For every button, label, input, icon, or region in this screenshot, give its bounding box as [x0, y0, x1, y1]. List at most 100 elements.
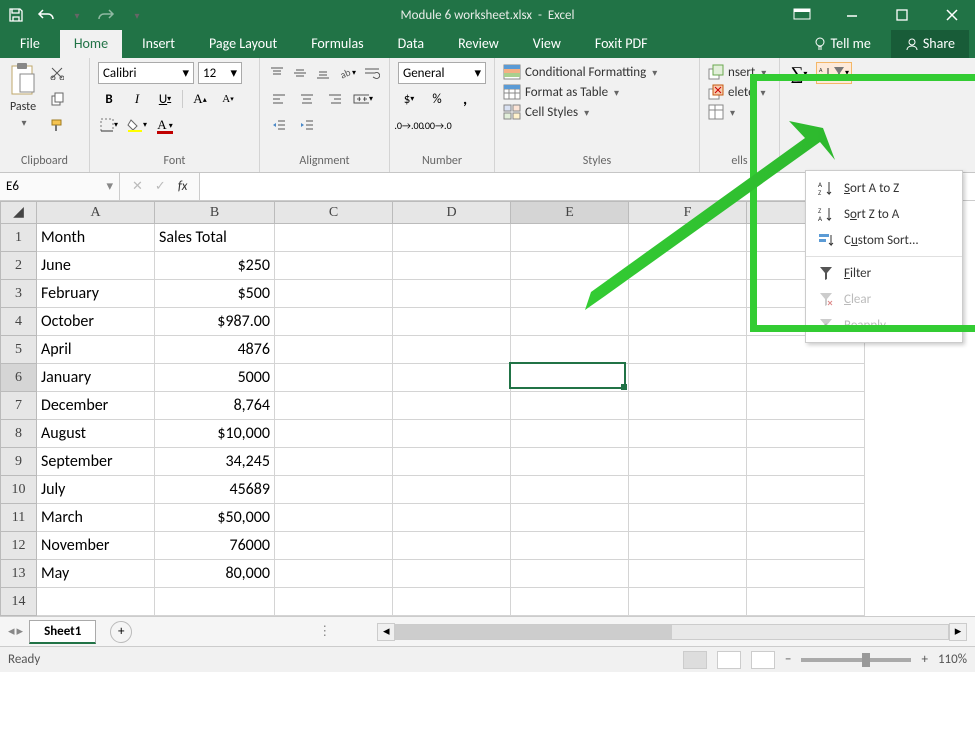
- align-top-icon[interactable]: [268, 62, 285, 84]
- cell[interactable]: Month: [37, 224, 155, 252]
- zoom-level[interactable]: 110%: [938, 652, 967, 667]
- select-all-corner[interactable]: ◢: [1, 202, 37, 224]
- cancel-formula-icon[interactable]: ✕: [132, 179, 143, 194]
- number-format-combo[interactable]: General▾: [398, 62, 486, 84]
- cell[interactable]: [511, 392, 629, 420]
- row-header[interactable]: 9: [1, 448, 37, 476]
- tab-home[interactable]: Home: [60, 29, 122, 58]
- cell[interactable]: December: [37, 392, 155, 420]
- cell[interactable]: March: [37, 504, 155, 532]
- row-header[interactable]: 14: [1, 588, 37, 616]
- cell[interactable]: 76000: [155, 532, 275, 560]
- cell[interactable]: [393, 252, 511, 280]
- cell[interactable]: 45689: [155, 476, 275, 504]
- cell[interactable]: [747, 504, 865, 532]
- decrease-indent-icon[interactable]: [268, 114, 290, 136]
- cell[interactable]: [393, 224, 511, 252]
- cell[interactable]: [393, 364, 511, 392]
- row-header[interactable]: 4: [1, 308, 37, 336]
- decrease-font-icon[interactable]: A▾: [217, 88, 239, 110]
- align-middle-icon[interactable]: [291, 62, 308, 84]
- cell[interactable]: [393, 280, 511, 308]
- row-header[interactable]: 12: [1, 532, 37, 560]
- wrap-text-icon[interactable]: [363, 62, 381, 84]
- zoom-in-icon[interactable]: +: [921, 652, 927, 667]
- cell[interactable]: [747, 392, 865, 420]
- bold-button[interactable]: B: [98, 88, 120, 110]
- cell[interactable]: [747, 476, 865, 504]
- cell[interactable]: [511, 448, 629, 476]
- format-cells-button[interactable]: [708, 102, 771, 122]
- share-button[interactable]: Share: [891, 29, 969, 58]
- cell[interactable]: [275, 588, 393, 616]
- view-page-layout-icon[interactable]: [717, 651, 741, 669]
- ribbon-display-icon[interactable]: [785, 1, 819, 29]
- cell[interactable]: [275, 252, 393, 280]
- cell[interactable]: [275, 448, 393, 476]
- cell[interactable]: [393, 476, 511, 504]
- col-header[interactable]: E: [511, 202, 629, 224]
- row-header[interactable]: 11: [1, 504, 37, 532]
- row-header[interactable]: 5: [1, 336, 37, 364]
- cell[interactable]: [629, 588, 747, 616]
- cell[interactable]: February: [37, 280, 155, 308]
- zoom-slider[interactable]: [801, 658, 911, 662]
- minimize-icon[interactable]: [835, 1, 869, 29]
- cell[interactable]: 5000: [155, 364, 275, 392]
- cell[interactable]: [511, 308, 629, 336]
- autosum-icon[interactable]: ∑▾: [788, 62, 810, 84]
- enter-formula-icon[interactable]: ✓: [155, 179, 166, 194]
- sheet-nav-prev-icon[interactable]: ◂: [8, 624, 15, 639]
- view-page-break-icon[interactable]: [751, 651, 775, 669]
- cell[interactable]: September: [37, 448, 155, 476]
- cell[interactable]: $50,000: [155, 504, 275, 532]
- tab-page-layout[interactable]: Page Layout: [195, 29, 291, 58]
- cell[interactable]: [747, 560, 865, 588]
- cell[interactable]: [393, 504, 511, 532]
- cell[interactable]: [275, 532, 393, 560]
- col-header[interactable]: F: [629, 202, 747, 224]
- cell[interactable]: [747, 364, 865, 392]
- sort-filter-button[interactable]: AZ ▾: [816, 62, 852, 84]
- cell[interactable]: [511, 560, 629, 588]
- maximize-icon[interactable]: [885, 1, 919, 29]
- cell[interactable]: August: [37, 420, 155, 448]
- font-color-icon[interactable]: A▾: [154, 114, 176, 136]
- align-center-icon[interactable]: [296, 88, 318, 110]
- cell[interactable]: [275, 504, 393, 532]
- comma-format-icon[interactable]: ,: [454, 88, 476, 110]
- align-left-icon[interactable]: [268, 88, 290, 110]
- row-header[interactable]: 1: [1, 224, 37, 252]
- increase-decimal-icon[interactable]: .0→.00: [398, 114, 420, 136]
- copy-icon[interactable]: [46, 88, 68, 110]
- cell[interactable]: [393, 336, 511, 364]
- italic-button[interactable]: I: [126, 88, 148, 110]
- underline-button[interactable]: U▾: [154, 88, 176, 110]
- cell[interactable]: [393, 560, 511, 588]
- cell[interactable]: $500: [155, 280, 275, 308]
- conditional-formatting-button[interactable]: Conditional Formatting: [503, 62, 691, 82]
- col-header[interactable]: B: [155, 202, 275, 224]
- cell[interactable]: [629, 448, 747, 476]
- cell[interactable]: [629, 308, 747, 336]
- cell[interactable]: [511, 420, 629, 448]
- cell[interactable]: [747, 588, 865, 616]
- col-header[interactable]: C: [275, 202, 393, 224]
- cell-styles-button[interactable]: Cell Styles: [503, 102, 691, 122]
- tab-formulas[interactable]: Formulas: [297, 29, 377, 58]
- cell[interactable]: [393, 392, 511, 420]
- fx-icon[interactable]: fx: [178, 179, 188, 194]
- tab-foxit-pdf[interactable]: Foxit PDF: [581, 29, 662, 58]
- cell[interactable]: [275, 420, 393, 448]
- cell[interactable]: $987.00: [155, 308, 275, 336]
- cell[interactable]: Sales Total: [155, 224, 275, 252]
- tab-file[interactable]: File: [6, 29, 54, 58]
- font-size-combo[interactable]: 12▾: [198, 62, 242, 84]
- cell[interactable]: [393, 420, 511, 448]
- insert-cells-button[interactable]: nsert: [708, 62, 771, 82]
- cell[interactable]: [511, 532, 629, 560]
- cell[interactable]: [275, 364, 393, 392]
- tell-me[interactable]: Tell me: [799, 29, 885, 58]
- zoom-out-icon[interactable]: −: [785, 652, 791, 667]
- name-box[interactable]: E6▾: [0, 173, 120, 200]
